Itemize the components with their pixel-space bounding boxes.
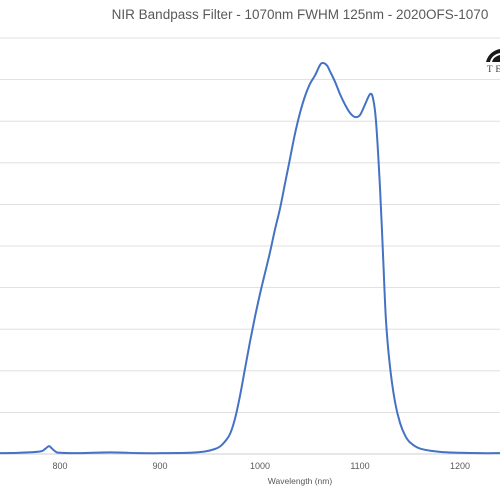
x-tick-label: 900 — [152, 461, 167, 471]
logo-text: TE — [487, 64, 500, 74]
x-tick-label: 1100 — [350, 461, 369, 471]
chart-area: 800 900 1000 1100 1200 NIR Bandpass Filter -… — [0, 0, 500, 500]
x-axis-title: Wavelength (nm) — [267, 476, 333, 486]
chart-title: NIR Bandpass Filter - 1070nm FWHM 125nm … — [111, 7, 489, 22]
x-tick-label: 1200 — [450, 461, 470, 471]
logo-icon — [486, 49, 500, 62]
x-tick-labels: 800 900 1000 1100 1200 — [52, 461, 470, 471]
x-tick-label: 800 — [52, 461, 67, 471]
x-tick-label: 1000 — [250, 461, 270, 471]
chart-plot: 800 900 1000 1100 1200 — [0, 37, 500, 471]
logo — [478, 40, 500, 80]
gridlines — [0, 37, 500, 455]
